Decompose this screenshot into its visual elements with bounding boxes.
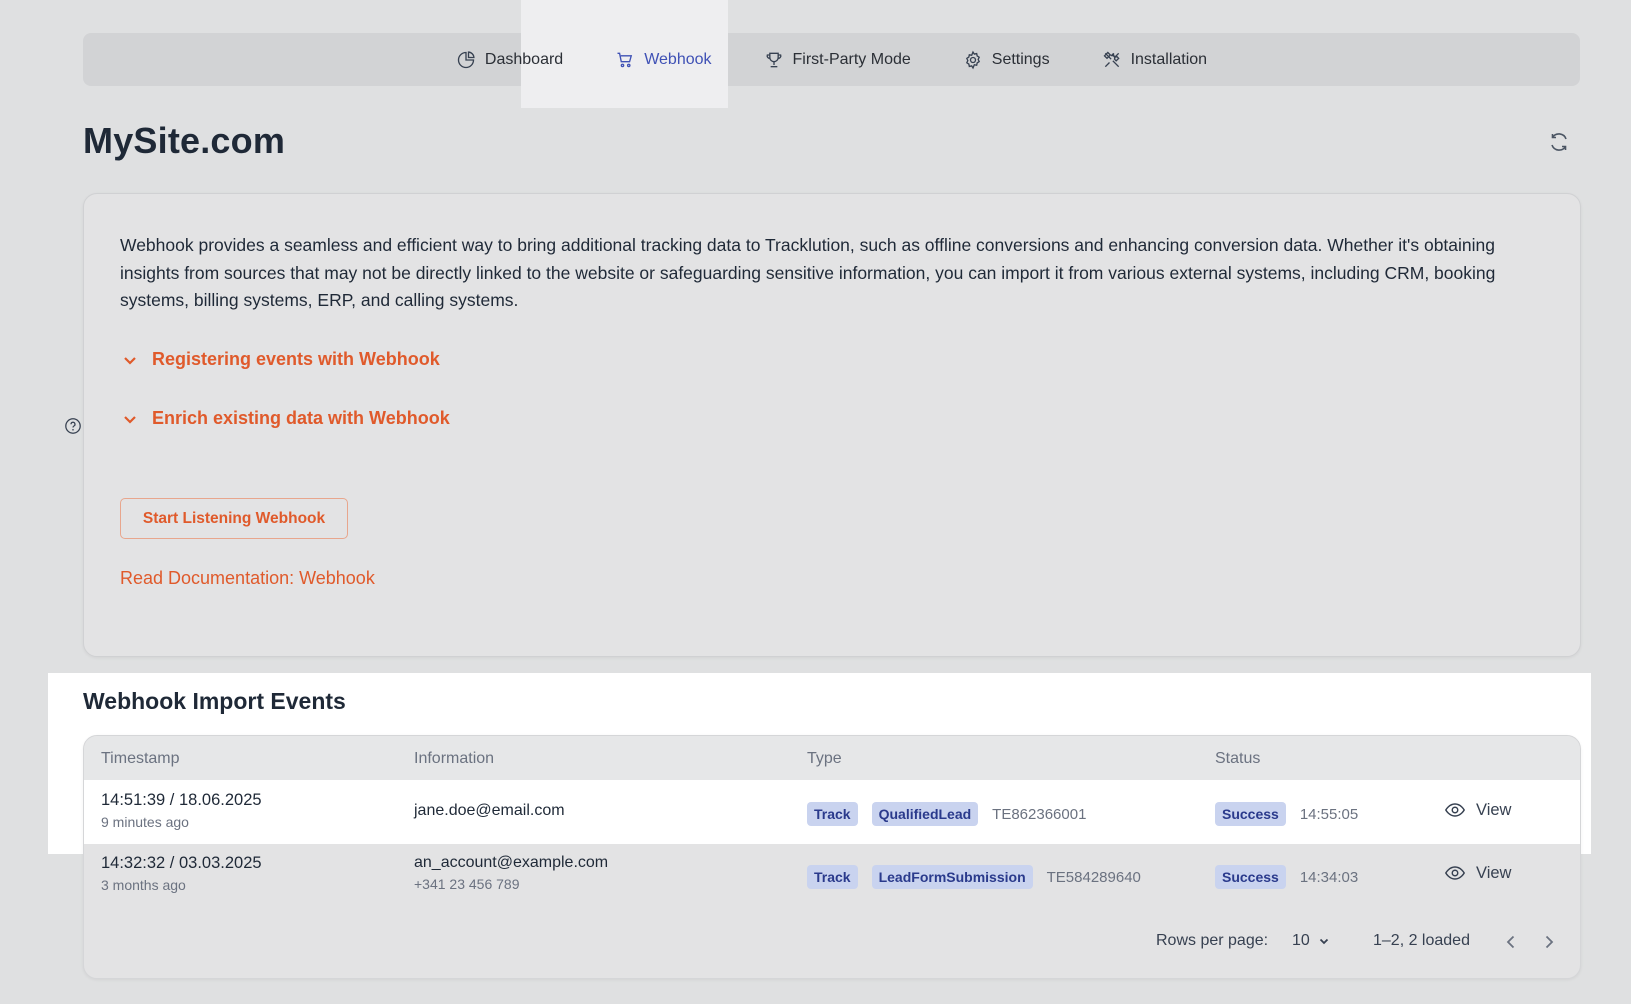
table-header: Timestamp Information Type Status — [84, 736, 1580, 780]
chevron-down-icon — [1319, 938, 1328, 945]
info-email: an_account@example.com — [414, 854, 609, 871]
pagination: Rows per page: 10 1–2, 2 loaded — [84, 932, 1580, 956]
tab-installation[interactable]: Installation — [1076, 50, 1234, 70]
tab-first-party-mode-label: First-Party Mode — [792, 50, 911, 68]
rows-per-page-label: Rows per page: — [1156, 932, 1269, 949]
events-section-title: Webhook Import Events — [83, 688, 346, 714]
column-status: Status — [1215, 750, 1261, 767]
rows-per-page-value: 10 — [1292, 932, 1310, 949]
timestamp: 14:51:39 / 18.06.2025 — [101, 791, 262, 809]
status-cell: Success 14:55:05 — [1215, 802, 1358, 826]
chevron-down-icon — [124, 356, 136, 365]
eye-icon — [1445, 866, 1465, 880]
column-type: Type — [807, 750, 842, 767]
timestamp: 14:32:32 / 03.03.2025 — [101, 854, 262, 872]
type-cell: Track LeadFormSubmission TE584289640 — [807, 865, 1141, 889]
type-badge: Track — [807, 802, 858, 826]
column-information: Information — [414, 750, 495, 767]
cart-icon — [617, 52, 633, 67]
status-time: 14:55:05 — [1299, 805, 1359, 823]
status-badge: Success — [1215, 802, 1286, 826]
eye-icon — [1445, 803, 1465, 817]
view-button[interactable]: View — [1444, 862, 1511, 884]
tab-settings[interactable]: Settings — [937, 50, 1076, 70]
refresh-icon — [1551, 133, 1567, 151]
chevron-left-icon — [1506, 935, 1515, 949]
top-nav: Dashboard Webhook First-Party Mode Setti… — [83, 33, 1580, 86]
gear-icon — [965, 50, 980, 69]
timestamp-cell: 14:32:32 / 03.03.2025 3 months ago — [101, 854, 262, 893]
status-time: 14:34:03 — [1299, 868, 1359, 886]
status-cell: Success 14:34:03 — [1215, 865, 1358, 889]
type-cell: Track QualifiedLead TE862366001 — [807, 802, 1086, 826]
start-listening-webhook-button[interactable]: Start Listening Webhook — [120, 498, 348, 539]
tab-dashboard-label: Dashboard — [484, 50, 564, 68]
table-row[interactable]: 14:51:39 / 18.06.2025 9 minutes ago jane… — [84, 780, 1580, 844]
information-cell: jane.doe@email.com — [414, 802, 565, 820]
tab-first-party-mode[interactable]: First-Party Mode — [738, 50, 937, 70]
timestamp-cell: 14:51:39 / 18.06.2025 9 minutes ago — [101, 791, 262, 830]
view-button[interactable]: View — [1444, 799, 1511, 821]
view-label: View — [1476, 863, 1512, 882]
events-table: Timestamp Information Type Status 14:51:… — [83, 735, 1581, 979]
accordion-registering-events-label: Registering events with Webhook — [152, 349, 440, 369]
status-badge: Success — [1215, 865, 1286, 889]
tab-webhook-label: Webhook — [644, 50, 712, 68]
pie-chart-icon — [457, 50, 475, 68]
accordion-enrich-data[interactable]: Enrich existing data with Webhook — [120, 408, 450, 429]
accordion-enrich-data-label: Enrich existing data with Webhook — [152, 408, 450, 428]
tools-icon — [1103, 51, 1120, 67]
webhook-info-card: Webhook provides a seamless and efficien… — [83, 193, 1581, 657]
tab-webhook[interactable]: Webhook — [589, 50, 737, 70]
pagination-range: 1–2, 2 loaded — [1373, 932, 1470, 949]
read-documentation-link[interactable]: Read Documentation: Webhook — [120, 568, 375, 589]
info-email: jane.doe@email.com — [414, 802, 565, 819]
info-phone: +341 23 456 789 — [414, 876, 520, 892]
type-badge: Track — [807, 865, 858, 889]
tab-settings-label: Settings — [991, 50, 1050, 68]
trophy-icon — [766, 52, 781, 67]
event-id: TE862366001 — [992, 805, 1087, 823]
help-button[interactable] — [64, 417, 82, 435]
accordion-registering-events[interactable]: Registering events with Webhook — [120, 349, 440, 370]
view-label: View — [1476, 800, 1512, 819]
intro-text: Webhook provides a seamless and efficien… — [120, 235, 1496, 310]
event-name-badge: QualifiedLead — [871, 802, 979, 826]
tab-dashboard[interactable]: Dashboard — [430, 50, 589, 70]
rows-per-page-select[interactable]: 10 — [1292, 932, 1330, 950]
chevron-right-icon — [1545, 935, 1554, 949]
event-name-badge: LeadFormSubmission — [871, 865, 1033, 889]
page-title: MySite.com — [83, 120, 286, 161]
chevron-down-icon — [124, 415, 136, 424]
help-icon — [65, 418, 81, 434]
previous-page-button[interactable] — [1501, 932, 1521, 952]
tab-installation-label: Installation — [1130, 50, 1208, 68]
column-timestamp: Timestamp — [101, 750, 180, 767]
relative-time: 9 minutes ago — [101, 814, 189, 830]
event-id: TE584289640 — [1046, 868, 1141, 886]
table-row[interactable]: 14:32:32 / 03.03.2025 3 months ago an_ac… — [84, 843, 1580, 907]
next-page-button[interactable] — [1539, 932, 1559, 952]
relative-time: 3 months ago — [101, 877, 186, 893]
refresh-button[interactable] — [1547, 130, 1571, 154]
information-cell: an_account@example.com +341 23 456 789 — [414, 854, 608, 892]
